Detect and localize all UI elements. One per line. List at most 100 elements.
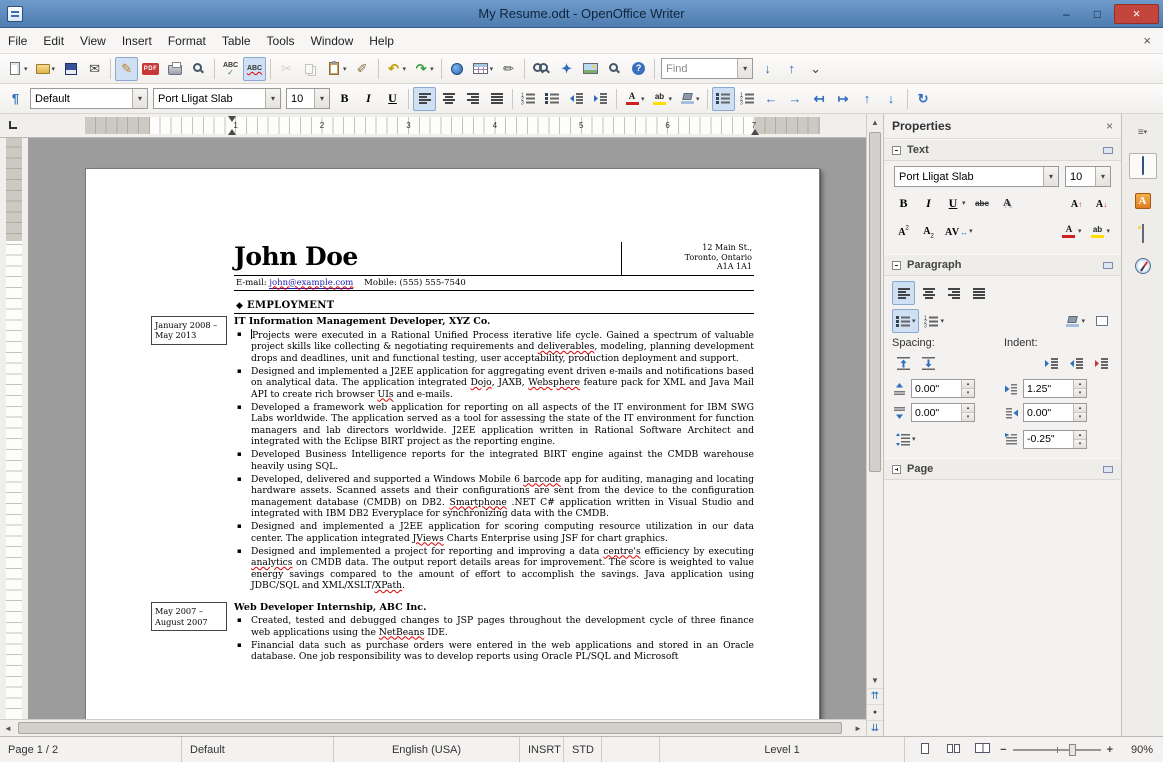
sidebar-deck-properties[interactable] (1128, 153, 1157, 179)
find-next[interactable]: ↓ (756, 57, 779, 81)
next-page-button[interactable]: ⇊ (867, 720, 883, 736)
view-book-button[interactable] (971, 738, 994, 762)
bullets-on-off[interactable] (541, 87, 564, 111)
auto-spellcheck[interactable]: ABC (243, 56, 267, 81)
left-indent-marker[interactable] (228, 129, 236, 135)
font-size[interactable]: 10 ▾ (286, 88, 330, 109)
status-selection-mode[interactable]: STD (564, 737, 602, 762)
align-justify[interactable] (485, 87, 508, 111)
align-left[interactable] (413, 86, 436, 111)
sidebar-deck-navigator[interactable] (1129, 255, 1157, 281)
view-single-page-button[interactable] (913, 738, 936, 762)
document-page[interactable]: John Doe 12 Main St., Toronto, Ontario A1A… (85, 168, 820, 719)
new-document[interactable]: ▾ (4, 57, 31, 81)
dropdown-arrow-icon[interactable]: ▾ (265, 89, 280, 108)
bullet-list-toggle[interactable] (711, 86, 735, 111)
align-right[interactable] (461, 87, 484, 111)
cut[interactable]: ✂ (275, 57, 298, 81)
restart-numbering[interactable]: ↻ (912, 87, 935, 111)
help[interactable]: ? (627, 57, 650, 81)
find-previous[interactable]: ↑ (780, 57, 803, 81)
demote-one-level[interactable]: → (784, 87, 807, 111)
dropdown-arrow-icon[interactable]: ▾ (343, 65, 347, 73)
first-line-indent-marker[interactable] (228, 116, 236, 122)
zoom-in-icon[interactable]: + (1107, 744, 1113, 756)
shrink-font[interactable]: A↓ (1090, 191, 1113, 215)
italic[interactable]: I (357, 87, 380, 111)
status-language[interactable]: English (USA) (334, 737, 520, 762)
right-indent-marker[interactable] (751, 129, 759, 135)
status-page-number[interactable]: Page 1 / 2 (0, 737, 182, 762)
numbered-list[interactable]: 1 2 3 ▾ (921, 309, 948, 333)
spinner-down-icon[interactable]: ▾ (962, 413, 974, 421)
tab-stop-selector[interactable] (0, 114, 28, 137)
vertical-ruler[interactable] (0, 138, 28, 719)
horizontal-scroll-thumb[interactable] (18, 722, 842, 734)
email-link[interactable]: john@example.com (269, 277, 354, 289)
background-color[interactable]: ▾ (676, 87, 703, 111)
promote-one-level[interactable]: ← (760, 87, 783, 111)
numbering-on-off[interactable]: 123 (517, 87, 540, 111)
paste[interactable]: ▾ (323, 57, 350, 81)
menu-edit[interactable]: Edit (35, 30, 72, 52)
spacing-above-field[interactable]: 0.00" ▴ ▾ (911, 379, 975, 398)
demote-with-subpoints[interactable]: ↦ (832, 87, 855, 111)
vertical-scroll-thumb[interactable] (869, 132, 881, 472)
dropdown-arrow-icon[interactable]: ▾ (1106, 227, 1110, 235)
spinner-down-icon[interactable]: ▾ (1074, 439, 1086, 448)
menu-tools[interactable]: Tools (259, 30, 303, 52)
menu-insert[interactable]: Insert (114, 30, 160, 52)
highlighting[interactable]: ab ▾ (649, 87, 676, 111)
document-canvas[interactable]: John Doe 12 Main St., Toronto, Ontario A1A… (28, 138, 866, 719)
menu-format[interactable]: Format (160, 30, 214, 52)
paragraph-section-header[interactable]: Paragraph (884, 254, 1121, 276)
toolbar-options[interactable]: ⌄ (804, 57, 827, 81)
print[interactable] (163, 57, 186, 81)
spelling[interactable]: ABC ✓ (219, 57, 242, 81)
move-up[interactable]: ↑ (856, 87, 879, 111)
italic[interactable]: I (917, 191, 940, 215)
scroll-right-icon[interactable]: ► (850, 720, 866, 736)
spinner-up-icon[interactable]: ▴ (1074, 380, 1086, 389)
align-right[interactable] (942, 281, 965, 305)
borders[interactable] (1090, 309, 1113, 333)
dropdown-arrow-icon[interactable]: ▾ (696, 95, 700, 103)
grow-font[interactable]: A↑ (1065, 191, 1088, 215)
font-color[interactable]: A ▾ (1058, 219, 1085, 243)
subscript[interactable]: A2 (917, 219, 940, 243)
underline[interactable]: U ▾ (942, 191, 969, 215)
dropdown-arrow-icon[interactable]: ▾ (1095, 167, 1110, 186)
bold[interactable]: B (892, 191, 915, 215)
horizontal-scrollbar[interactable]: ◄ ► (0, 719, 866, 736)
indent-before-field[interactable]: 1.25" ▴ ▾ (1023, 379, 1087, 398)
expand-icon[interactable] (892, 464, 901, 474)
sidebar-close-icon[interactable]: × (1106, 119, 1113, 133)
clone-formatting[interactable]: ✐ (351, 57, 374, 81)
navigation-button[interactable]: ● (867, 704, 883, 720)
superscript[interactable]: A2 (892, 219, 915, 243)
zoom[interactable] (603, 57, 626, 81)
export-pdf[interactable]: PDF (139, 57, 162, 81)
find-replace[interactable] (529, 57, 554, 81)
bullet-list[interactable]: ▾ (892, 309, 919, 333)
align-justify[interactable] (967, 281, 990, 305)
dropdown-arrow-icon[interactable]: ▾ (669, 95, 673, 103)
zoom-percent[interactable]: 90% (1119, 744, 1153, 756)
move-down[interactable]: ↓ (880, 87, 903, 111)
page-preview[interactable] (187, 57, 210, 81)
email-document[interactable]: ✉ (83, 57, 106, 81)
font-name[interactable]: Port Lligat Slab ▾ (153, 88, 281, 109)
draw-functions[interactable]: ✏ (497, 57, 520, 81)
character-spacing[interactable]: AV↔ ▾ (942, 219, 976, 243)
menu-file[interactable]: File (0, 30, 35, 52)
paragraph-background[interactable]: ▾ (1061, 309, 1088, 333)
bold[interactable]: B (333, 87, 356, 111)
minimize-button[interactable]: – (1052, 4, 1081, 24)
first-line-indent-field[interactable]: -0.25" ▴ ▾ (1023, 429, 1087, 449)
increase-indent[interactable] (1040, 351, 1063, 375)
sidebar-deck-gallery[interactable] (1129, 221, 1157, 247)
copy[interactable] (299, 57, 322, 81)
increase-paragraph-spacing[interactable] (892, 351, 915, 375)
dropdown-arrow-icon[interactable]: ▾ (430, 65, 434, 73)
decrease-paragraph-spacing[interactable] (917, 351, 940, 375)
